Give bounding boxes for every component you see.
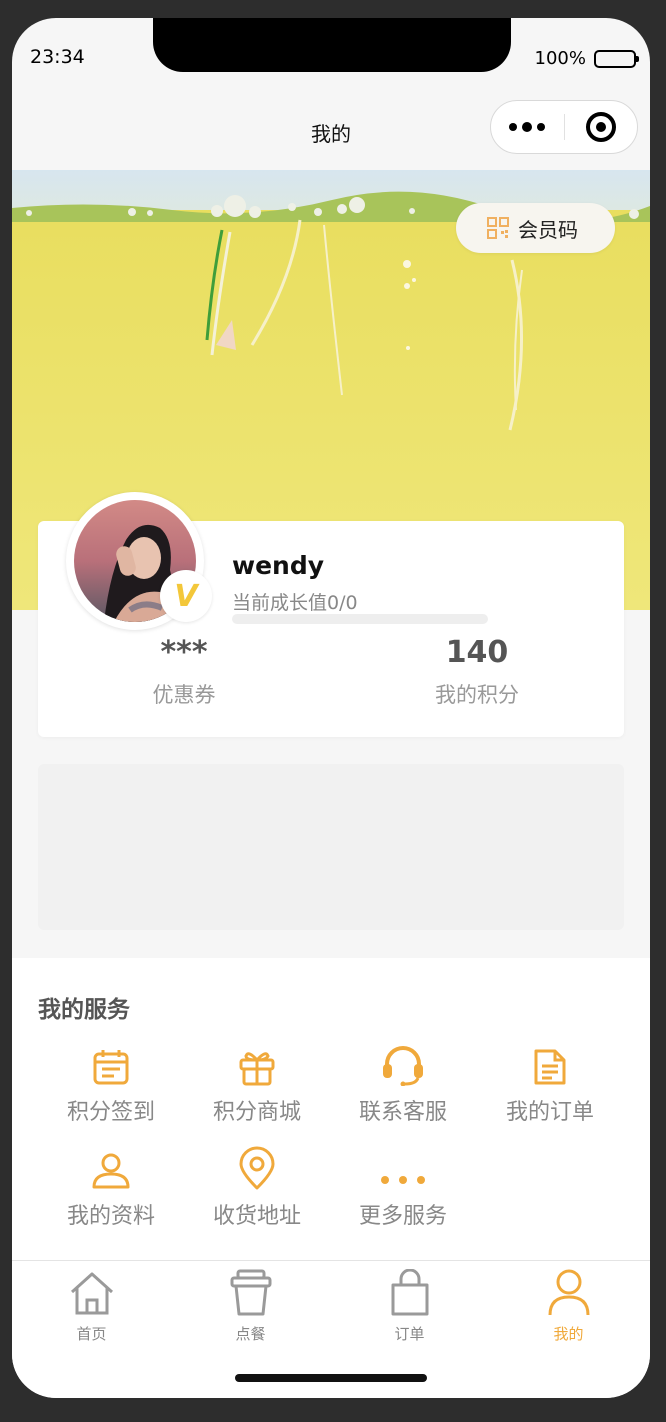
service-checkin[interactable]: 积分签到 xyxy=(38,1040,184,1126)
status-indicators: 100% xyxy=(534,48,639,69)
dot-icon xyxy=(509,123,518,131)
service-customer-support[interactable]: 联系客服 xyxy=(330,1040,476,1126)
tab-order-food[interactable]: 点餐 xyxy=(171,1267,330,1344)
service-label: 我的订单 xyxy=(505,1100,594,1125)
empty-content-panel xyxy=(38,764,624,930)
points-stat[interactable]: 140 我的积分 xyxy=(377,635,577,709)
more-menu-button[interactable] xyxy=(491,122,564,132)
bag-icon xyxy=(391,1269,428,1316)
tab-label: 订单 xyxy=(394,1325,425,1343)
service-label: 收货地址 xyxy=(212,1204,301,1229)
person-icon xyxy=(548,1269,589,1316)
gift-icon xyxy=(239,1052,275,1086)
target-icon xyxy=(585,112,616,142)
avatar[interactable]: V xyxy=(66,492,212,630)
coupons-stat[interactable]: *** 优惠券 xyxy=(84,635,284,709)
tab-orders[interactable]: 订单 xyxy=(330,1267,489,1344)
user-icon xyxy=(92,1153,130,1189)
service-points-mall[interactable]: 积分商城 xyxy=(184,1040,330,1126)
growth-value-text: 当前成长值0/0 xyxy=(232,592,358,614)
member-code-button[interactable]: 会员码 xyxy=(456,203,615,253)
phone-screen: 23:34 100% 我的 会员码 V wendy 当前成长值0/0 *** 优… xyxy=(12,18,650,1398)
points-value: 140 xyxy=(445,635,509,670)
member-code-label: 会员码 xyxy=(518,217,578,242)
home-icon xyxy=(70,1272,113,1315)
profile-card: V wendy 当前成长值0/0 *** 优惠券 140 我的积分 xyxy=(38,492,624,737)
location-pin-icon xyxy=(239,1146,275,1190)
my-services-section: 我的服务 积分签到 积分商城 联系客服 我的订单 我的资料 收货地址 更多服务 xyxy=(12,958,650,1260)
close-miniprogram-button[interactable] xyxy=(565,112,638,142)
services-title: 我的服务 xyxy=(38,997,130,1023)
home-indicator[interactable] xyxy=(235,1374,427,1382)
vip-badge: V xyxy=(160,570,212,622)
calendar-icon xyxy=(93,1050,129,1085)
cup-icon xyxy=(230,1269,271,1316)
service-shipping-address[interactable]: 收货地址 xyxy=(184,1144,330,1230)
dot-icon xyxy=(537,123,546,131)
service-label: 我的资料 xyxy=(66,1204,155,1229)
status-time: 23:34 xyxy=(30,46,85,68)
coupons-label: 优惠券 xyxy=(152,683,216,707)
battery-percent: 100% xyxy=(534,48,586,69)
qr-code-icon xyxy=(487,217,509,239)
service-label: 积分商城 xyxy=(212,1100,301,1125)
coupons-value: *** xyxy=(160,635,208,670)
tab-label: 首页 xyxy=(76,1325,107,1343)
headset-icon xyxy=(383,1046,423,1086)
service-label: 联系客服 xyxy=(358,1100,447,1125)
camera-notch xyxy=(153,18,511,72)
vip-badge-letter: V xyxy=(174,578,198,614)
battery-icon xyxy=(594,49,639,68)
username: wendy xyxy=(232,551,325,580)
service-more[interactable]: 更多服务 xyxy=(330,1144,476,1230)
service-label: 更多服务 xyxy=(358,1204,447,1229)
tab-label: 我的 xyxy=(553,1325,584,1343)
points-label: 我的积分 xyxy=(435,683,519,707)
service-my-profile[interactable]: 我的资料 xyxy=(38,1144,184,1230)
tab-home[interactable]: 首页 xyxy=(12,1267,171,1344)
tab-mine[interactable]: 我的 xyxy=(489,1267,648,1344)
dot-icon xyxy=(522,122,533,132)
growth-progress-bar xyxy=(232,614,488,624)
document-icon xyxy=(534,1049,566,1085)
service-label: 积分签到 xyxy=(66,1100,155,1125)
more-dots-icon xyxy=(381,1176,425,1184)
service-my-orders[interactable]: 我的订单 xyxy=(477,1040,623,1126)
tab-label: 点餐 xyxy=(235,1325,266,1343)
miniprogram-capsule xyxy=(490,100,638,154)
